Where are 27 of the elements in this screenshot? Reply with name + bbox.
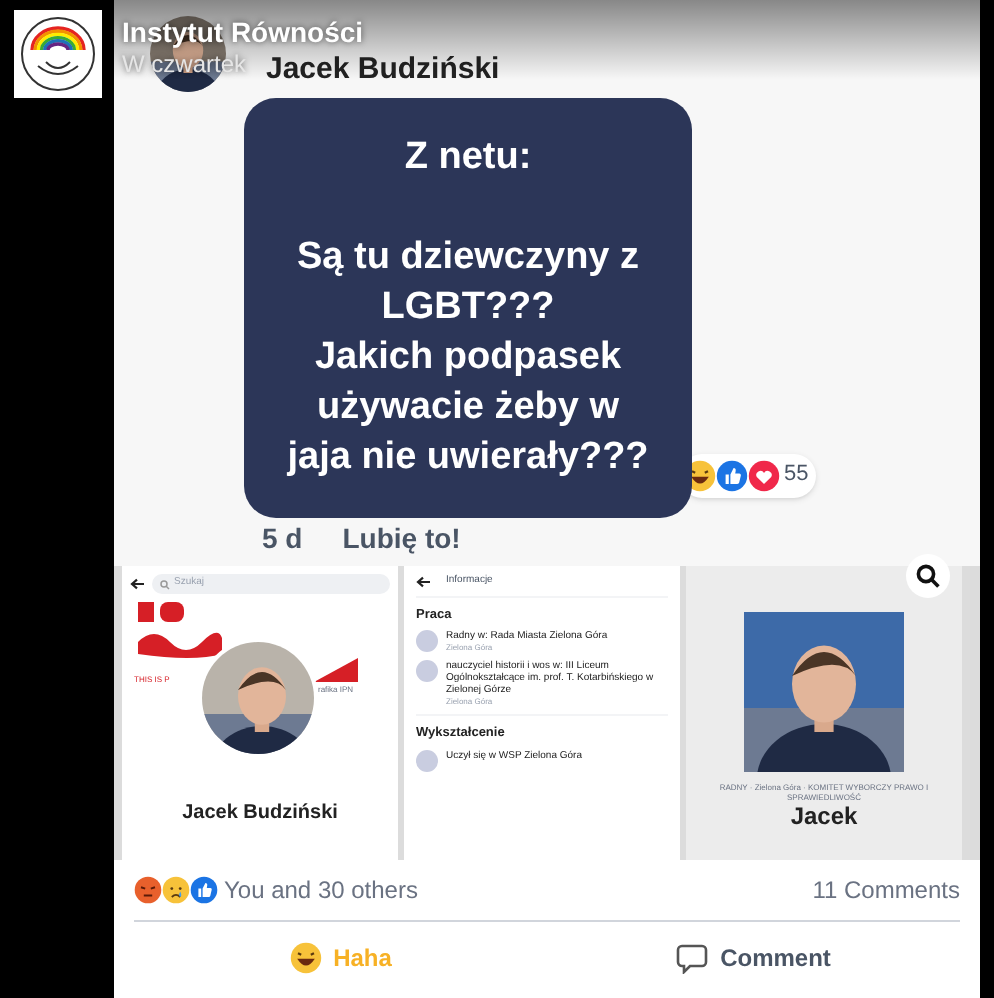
angry-face-icon xyxy=(134,876,162,904)
like-link[interactable]: Lubię to! xyxy=(342,519,461,555)
item-icon xyxy=(416,660,438,683)
item-icon xyxy=(416,750,438,772)
page-title: Instytut Równości xyxy=(122,16,364,50)
post-heading: Z netu: xyxy=(404,134,532,182)
crying-face-icon xyxy=(162,876,190,904)
reactions-text: You and 30 others xyxy=(224,874,418,908)
post-text: Są tu dziewczyny z LGBT??? Jakich podpasek używacie żeby w jaja nie uwierały??? xyxy=(287,234,649,482)
reaction-count: 55 xyxy=(784,460,809,491)
search-icon xyxy=(916,564,940,588)
thumbs-up-icon xyxy=(716,459,748,491)
item-icon xyxy=(416,630,438,653)
comment-button[interactable]: Comment xyxy=(547,922,960,994)
comment-age: 5 d xyxy=(262,519,303,555)
thumbs-up-icon xyxy=(190,876,218,904)
flag-icon xyxy=(314,658,358,682)
profile-name: Jacek Budziński xyxy=(182,800,338,828)
search-button[interactable] xyxy=(906,554,950,598)
back-arrow-icon xyxy=(130,578,144,590)
poster-name: Jacek xyxy=(790,804,858,830)
speech-bubble-icon xyxy=(676,942,709,974)
comment-author: Jacek Budziński xyxy=(266,50,500,90)
laughing-face-icon xyxy=(289,942,322,974)
back-arrow-icon xyxy=(416,575,430,588)
search-icon xyxy=(160,579,170,589)
comments-count: 11 Comments xyxy=(812,874,960,908)
